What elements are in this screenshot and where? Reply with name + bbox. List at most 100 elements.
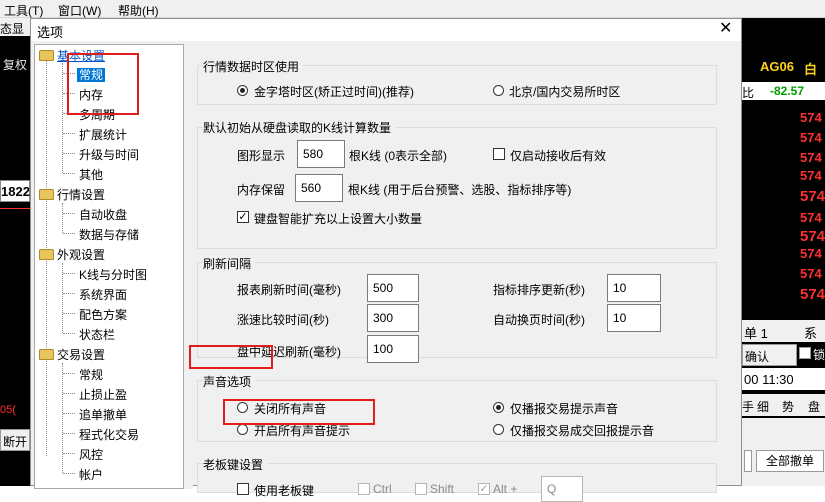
change-label: 比 [742, 86, 755, 100]
price-value: 574 [800, 286, 825, 303]
only-on-start-checkbox[interactable] [493, 148, 505, 160]
refresh-title: 刷新间隔 [203, 255, 256, 272]
tree-item-extended-stats[interactable]: 扩展统计 [79, 126, 127, 143]
change-value: -82.57 [770, 84, 805, 98]
smart-expand-label: 键盘智能扩充以上设置大小数量 [254, 212, 423, 226]
tree-item-other[interactable]: 其他 [79, 166, 103, 183]
tree-group-trade[interactable]: 交易设置 [39, 346, 105, 363]
kline-title: 默认初始从硬盘读取的K线计算数量 [203, 119, 396, 136]
chart-display-label: 图形显示 [237, 149, 286, 163]
shift-label: Shift [430, 482, 455, 496]
symbol-suffix: 白 [804, 62, 818, 77]
fq-label: 复权 [3, 58, 28, 72]
tree-item-upgrade-time[interactable]: 升级与时间 [79, 146, 139, 163]
tree-group-appearance[interactable]: 外观设置 [39, 246, 105, 263]
timezone-golden-label: 金字塔时区(矫正过时间)(推荐) [254, 85, 414, 99]
indicator-sort-input[interactable]: 10 [607, 274, 661, 302]
smart-expand-checkbox[interactable]: ✓ [237, 211, 249, 223]
background-right-panel: AG06 白 比 -82.57 574 574 574 574 574 574 574 574… [742, 18, 825, 486]
price-value: 574 [800, 130, 822, 145]
memory-keep-label: 内存保留 [237, 183, 286, 197]
only-on-start-label: 仅启动接收后有效 [510, 149, 607, 163]
ctrl-checkbox[interactable] [358, 483, 370, 495]
tree-item-system-ui[interactable]: 系统界面 [79, 286, 127, 303]
tree-item-trade-general[interactable]: 常规 [79, 366, 103, 383]
folder-icon [39, 189, 54, 200]
tree-item-program-trading[interactable]: 程式化交易 [79, 426, 139, 443]
sound-on-all-radio[interactable] [237, 424, 248, 435]
tab-detail[interactable]: 细 [757, 398, 769, 415]
sound-trade-return-label: 仅播报交易成交回报提示音 [510, 424, 655, 438]
chart-display-input[interactable]: 580 [297, 140, 345, 168]
tree-item-chase-cancel[interactable]: 追单撤单 [79, 406, 127, 423]
alt-checkbox[interactable]: ✓ [478, 483, 490, 495]
lock-label: 锁 [813, 348, 825, 362]
tab-trend[interactable]: 势 [782, 398, 794, 415]
order-label-2: 系 [804, 326, 818, 341]
sound-trade-return-radio[interactable] [493, 424, 504, 435]
price-value: 574 [800, 246, 822, 261]
tree-item-stop-loss[interactable]: 止损止盈 [79, 386, 127, 403]
chart-display-unit: 根K线 (0表示全部) [349, 149, 448, 163]
alt-label: Alt + [493, 482, 518, 496]
price-value: 574 [800, 110, 822, 125]
close-icon[interactable]: ✕ [719, 20, 732, 38]
menu-help[interactable]: 帮助(H) [118, 2, 159, 19]
tree-group-market[interactable]: 行情设置 [39, 186, 105, 203]
tree-scrollbar[interactable] [184, 44, 193, 489]
shou-label: 手 [742, 400, 755, 414]
sound-title: 声音选项 [203, 373, 256, 390]
report-refresh-input[interactable]: 500 [367, 274, 419, 302]
memory-keep-unit: 根K线 (用于后台预警、选股、指标排序等) [348, 183, 572, 197]
status-display-text: 态显示 [0, 22, 25, 53]
boss-key-checkbox[interactable] [237, 483, 249, 495]
menu-tools[interactable]: 工具(T) [4, 2, 43, 19]
cancel-all-button[interactable]: 全部撤单 [756, 450, 824, 472]
indicator-sort-label: 指标排序更新(秒) [493, 283, 585, 297]
speed-compare-input[interactable]: 300 [367, 304, 419, 332]
menu-window[interactable]: 窗口(W) [58, 2, 101, 19]
auto-page-label: 自动换页时间(秒) [493, 313, 585, 327]
tree-item-kline-timeshare[interactable]: K线与分时图 [79, 266, 147, 283]
price-value: 574 [800, 188, 825, 205]
tab-orderbook[interactable]: 盘 [808, 398, 820, 415]
delay-refresh-input[interactable]: 100 [367, 335, 419, 363]
price-value: 574 [800, 168, 822, 183]
sound-trade-only-label: 仅播报交易提示声音 [510, 402, 619, 416]
tree-item-risk-control[interactable]: 风控 [79, 446, 103, 463]
timezone-beijing-radio[interactable] [493, 85, 504, 96]
tree-item-status-bar[interactable]: 状态栏 [79, 326, 115, 343]
price-value: 574 [800, 210, 822, 225]
lock-checkbox[interactable] [799, 347, 811, 359]
confirm-button[interactable]: 确认 [742, 344, 797, 366]
speed-compare-label: 涨速比较时间(秒) [237, 313, 329, 327]
sound-trade-only-radio[interactable] [493, 402, 504, 413]
timezone-title: 行情数据时区使用 [203, 58, 304, 75]
order-label: 单 1 [744, 326, 768, 341]
timezone-golden-radio[interactable] [237, 85, 248, 96]
small-button[interactable] [744, 450, 752, 472]
price-value: 574 [800, 228, 825, 245]
highlight-box-tree [67, 53, 139, 115]
symbol-code: AG06 [760, 59, 794, 74]
auto-page-input[interactable]: 10 [607, 304, 661, 332]
tree-item-auto-close[interactable]: 自动收盘 [79, 206, 127, 223]
tree-item-data-storage[interactable]: 数据与存储 [79, 226, 139, 243]
options-dialog: 选项 ✕ 基本设置 常规 内存 多周期 扩展统计 升级与时间 其他 行情设置 自… [30, 18, 742, 502]
ctrl-label: Ctrl [373, 482, 392, 496]
highlight-box-sound-title [189, 345, 273, 369]
tree-item-account[interactable]: 帐户 [79, 466, 103, 483]
date-fragment: 05( [0, 404, 16, 416]
disconnect-button[interactable]: 断开 [0, 429, 30, 451]
boss-key-title: 老板键设置 [203, 456, 268, 473]
shift-checkbox[interactable] [415, 483, 427, 495]
tree-item-color-scheme[interactable]: 配色方案 [79, 306, 127, 323]
report-refresh-label: 报表刷新时间(毫秒) [237, 283, 341, 297]
memory-keep-input[interactable]: 560 [295, 174, 343, 202]
folder-icon [39, 249, 54, 260]
price-value: 574 [800, 266, 822, 281]
boss-key-input[interactable]: Q [541, 476, 583, 502]
time-label: 00 11:30 [744, 372, 794, 387]
highlight-box-sound-on [223, 399, 375, 425]
folder-icon [39, 50, 54, 61]
